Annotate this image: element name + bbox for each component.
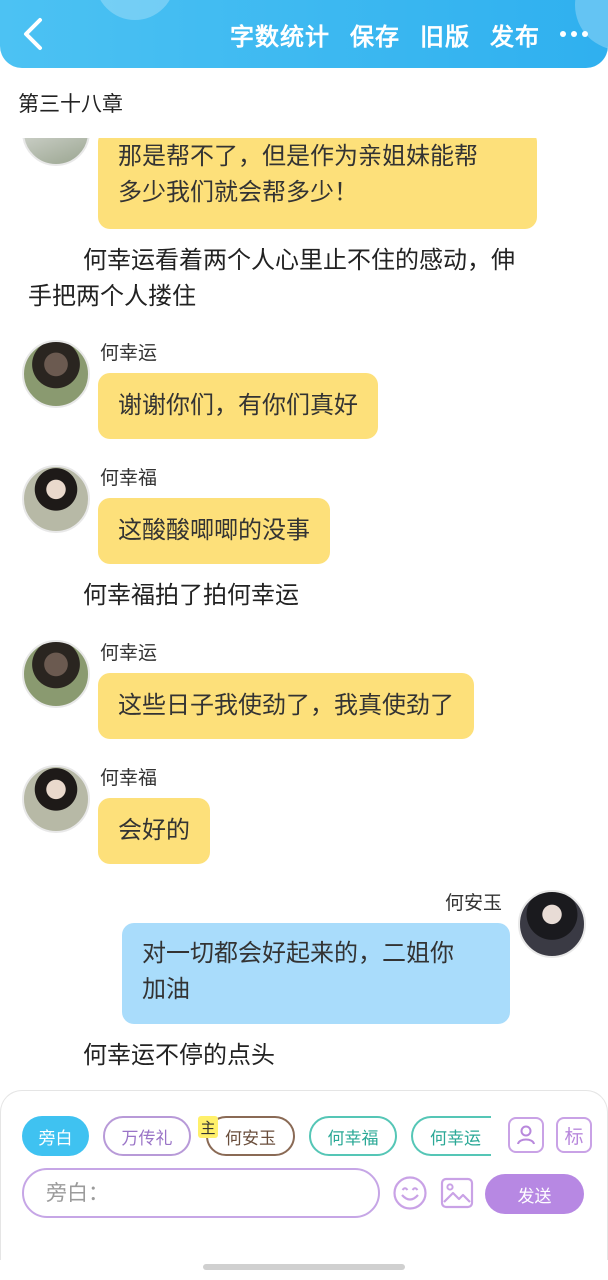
- message-text: 加油: [142, 975, 190, 1003]
- avatar[interactable]: [22, 138, 90, 166]
- avatar-he-anyu[interactable]: [518, 890, 586, 958]
- message-bubble[interactable]: 这些日子我使劲了，我真使劲了: [98, 673, 474, 739]
- message-text: 对一切都会好起来的，二姐你: [142, 939, 454, 967]
- home-indicator: [203, 1264, 405, 1270]
- emoji-button[interactable]: [392, 1175, 428, 1211]
- avatar-he-xingfu[interactable]: [22, 465, 90, 533]
- main-role-badge: 主: [198, 1116, 218, 1138]
- role-chip[interactable]: 何幸运: [411, 1116, 491, 1156]
- chevron-left-icon: [24, 18, 42, 50]
- avatar-he-xingfu[interactable]: [22, 765, 90, 833]
- narration-text: 何幸福拍了拍何幸运: [83, 581, 299, 609]
- message-text: 这酸酸唧唧的没事: [118, 516, 310, 544]
- narration-text: 何幸运看着两个人心里止不住的感动，伸: [83, 246, 515, 274]
- more-dot: [560, 31, 566, 37]
- message-input-wrapper: [22, 1168, 380, 1218]
- person-icon: [517, 1125, 535, 1145]
- narration-text: 手把两个人搂住: [28, 282, 196, 310]
- more-dot: [571, 31, 577, 37]
- message-input[interactable]: [46, 1181, 356, 1205]
- role-chip-main[interactable]: 何安玉: [206, 1116, 295, 1156]
- more-menu-button[interactable]: [560, 31, 588, 37]
- publish-button[interactable]: 发布: [490, 17, 540, 52]
- sender-name: 何安玉: [445, 892, 503, 914]
- message-bubble[interactable]: 谢谢你们，有你们真好: [98, 373, 378, 439]
- message-bubble[interactable]: 这酸酸唧唧的没事: [98, 498, 330, 564]
- word-count-button[interactable]: 字数统计: [230, 17, 330, 52]
- smiley-icon: [393, 1176, 427, 1210]
- sender-name: 何幸福: [100, 467, 158, 489]
- message-bubble[interactable]: 会好的: [98, 798, 210, 864]
- message-text: 会好的: [118, 816, 190, 844]
- image-icon: [440, 1177, 474, 1209]
- chapter-title: 第三十八章: [18, 92, 123, 116]
- narration-text: 何幸运不停的点头: [83, 1041, 275, 1069]
- avatar-he-xingyun[interactable]: [22, 640, 90, 708]
- role-chip[interactable]: 万传礼: [103, 1116, 191, 1156]
- role-chip[interactable]: 何幸福: [309, 1116, 397, 1156]
- avatar-he-xingyun[interactable]: [22, 340, 90, 408]
- sender-name: 何幸运: [100, 342, 158, 364]
- message-text: 谢谢你们，有你们真好: [118, 391, 358, 419]
- role-chip-narrator[interactable]: 旁白: [22, 1116, 89, 1156]
- message-text: 多少我们就会帮多少！: [118, 178, 358, 206]
- decor-circle: [95, 0, 175, 20]
- chat-content[interactable]: 那是帮不了，但是作为亲姐妹能帮 多少我们就会帮多少！ 何幸运看着两个人心里止不住…: [0, 138, 608, 1088]
- tag-button[interactable]: 标: [556, 1117, 592, 1153]
- message-bubble[interactable]: 对一切都会好起来的，二姐你 加油: [122, 923, 510, 1024]
- image-button[interactable]: [439, 1175, 475, 1211]
- message-bubble[interactable]: 那是帮不了，但是作为亲姐妹能帮 多少我们就会帮多少！: [98, 138, 537, 229]
- save-button[interactable]: 保存: [350, 17, 400, 52]
- more-dot: [582, 31, 588, 37]
- back-button[interactable]: [18, 16, 48, 52]
- header-actions: 字数统计 保存 旧版 发布: [230, 14, 588, 54]
- sender-name: 何幸运: [100, 642, 158, 664]
- sender-name: 何幸福: [100, 767, 158, 789]
- message-text: 那是帮不了，但是作为亲姐妹能帮: [118, 142, 478, 170]
- tag-icon: 标: [564, 1125, 584, 1148]
- send-button[interactable]: 发送: [485, 1174, 584, 1214]
- top-bar: 字数统计 保存 旧版 发布: [0, 0, 608, 68]
- character-manage-button[interactable]: [508, 1117, 544, 1153]
- message-text: 这些日子我使劲了，我真使劲了: [118, 691, 454, 719]
- old-version-button[interactable]: 旧版: [420, 17, 470, 52]
